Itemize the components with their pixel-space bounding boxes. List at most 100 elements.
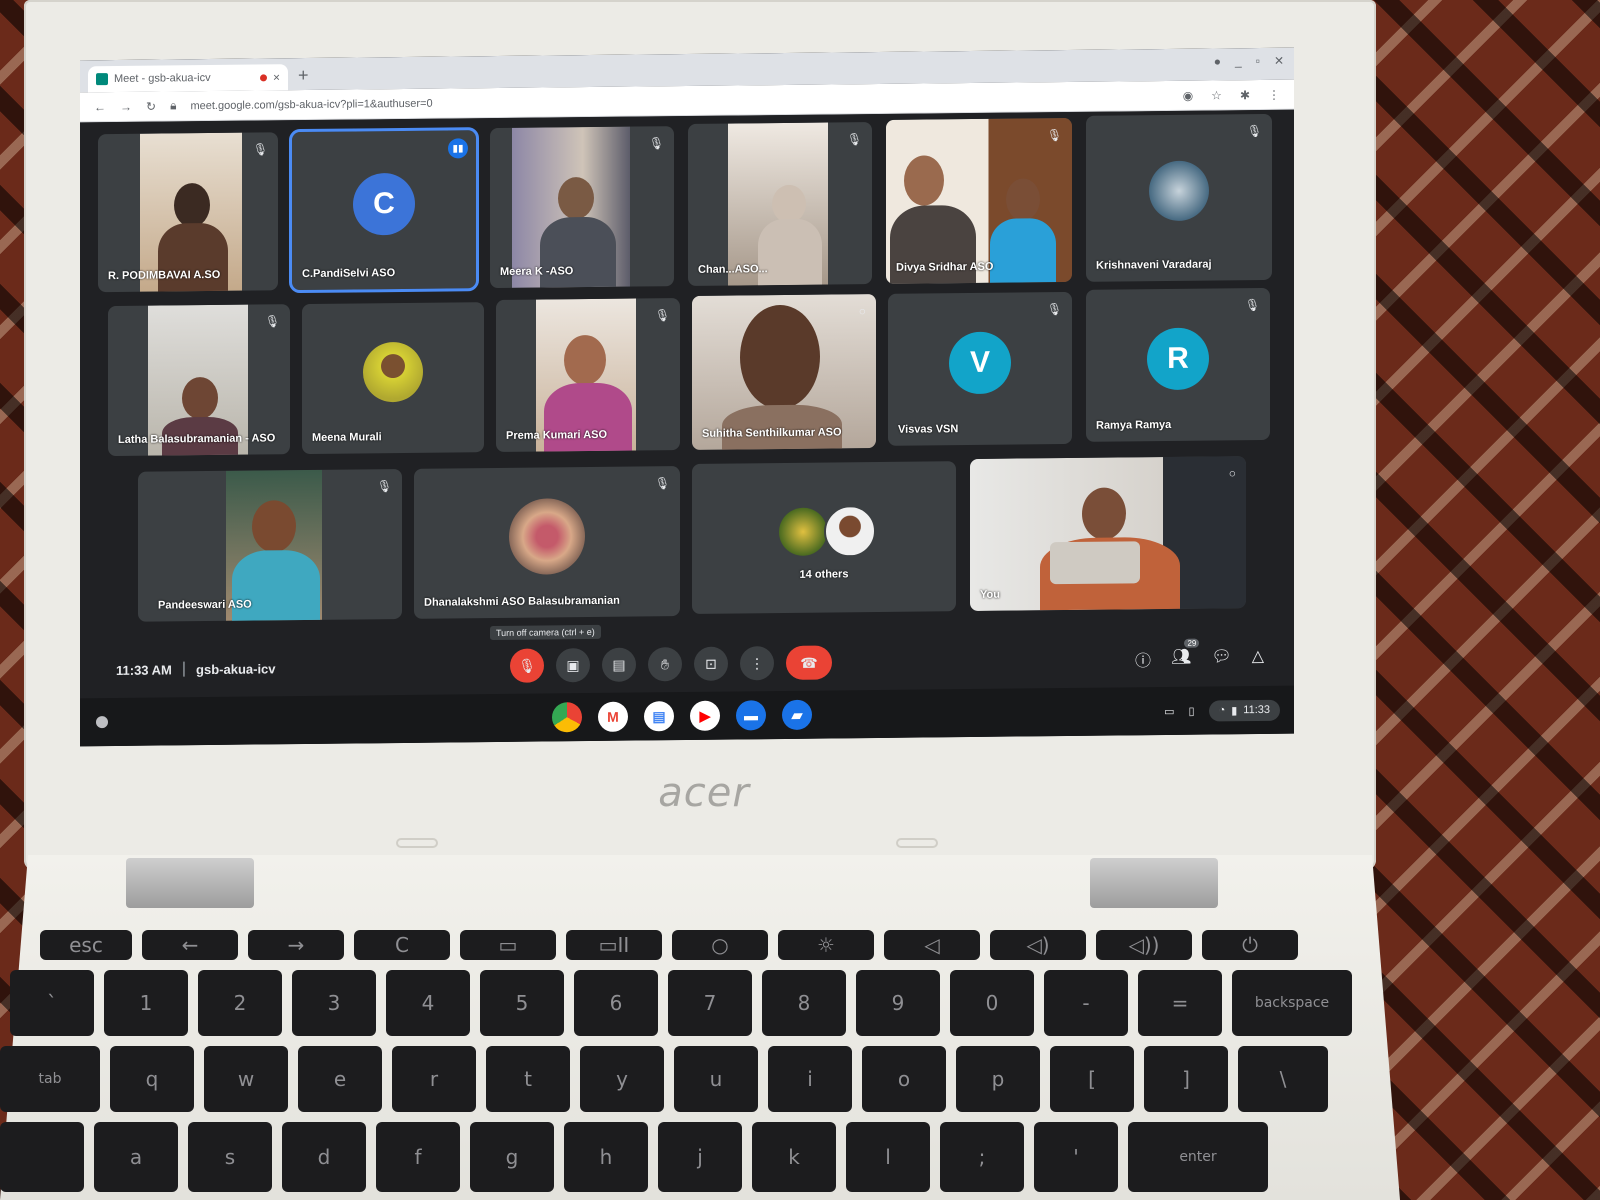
more-options-icon[interactable]: ○ [1229, 466, 1236, 480]
participant-tile[interactable]: 🎙︎ Prema Kumari ASO [496, 298, 680, 453]
present-button[interactable]: ⊡ [694, 646, 728, 681]
participant-tile[interactable]: R 🎙︎ Ramya Ramya [1086, 287, 1270, 442]
key-brightness-up[interactable]: ☼ [778, 930, 874, 960]
key-back[interactable]: ← [142, 930, 238, 960]
key-f[interactable]: f [376, 1122, 460, 1192]
leave-call-button[interactable]: ☎︎ [786, 645, 832, 680]
key-1[interactable]: 1 [104, 970, 188, 1036]
participant-tile[interactable]: 🎙︎ Pandeeswari ASO [138, 468, 402, 622]
key-h[interactable]: h [564, 1122, 648, 1192]
close-window-icon[interactable]: ✕ [1274, 54, 1284, 68]
key-w[interactable]: w [204, 1046, 288, 1112]
participant-tile[interactable]: V 🎙︎ Visvas VSN [888, 291, 1072, 446]
key-enter[interactable]: enter [1128, 1122, 1268, 1192]
mic-off-button[interactable]: 🎙︎ [510, 648, 544, 683]
url-field[interactable]: meet.google.com/gsb-akua-icv?pli=1&authu… [190, 97, 432, 112]
tote-icon[interactable]: ▯ [1189, 704, 1195, 717]
key-brightness-down[interactable]: ○ [672, 930, 768, 960]
phone-hub-icon[interactable]: ▭ [1164, 704, 1174, 717]
key-a[interactable]: a [94, 1122, 178, 1192]
camera-indicator-icon[interactable]: ◉ [1183, 88, 1193, 102]
key-9[interactable]: 9 [856, 970, 940, 1036]
key-backslash[interactable]: \ [1238, 1046, 1328, 1112]
key-esc[interactable]: esc [40, 930, 132, 960]
account-icon[interactable]: ● [1214, 54, 1221, 68]
activities-icon[interactable]: △ [1252, 646, 1264, 670]
participant-tile-others[interactable]: 14 others [692, 461, 956, 614]
participant-tile-self[interactable]: ○ You [970, 456, 1246, 612]
key-6[interactable]: 6 [574, 970, 658, 1036]
participant-tile[interactable]: ▮▮ C C.PandiSelvi ASO [289, 127, 479, 294]
participant-tile[interactable]: 🎙︎ Divya Sridhar ASO [886, 117, 1072, 284]
key-power[interactable]: ⏻ [1202, 930, 1298, 960]
key-volume-down[interactable]: ◁) [990, 930, 1086, 960]
key-backspace[interactable]: backspace [1232, 970, 1352, 1036]
participant-tile[interactable]: 🎙︎ Latha Balasubramanian - ASO [108, 304, 290, 457]
raise-hand-button[interactable]: ✋︎ [648, 647, 682, 682]
tab-meet[interactable]: Meet - gsb-akua-icv × [88, 64, 288, 93]
messages-icon[interactable]: ▬ [736, 700, 766, 731]
participant-tile[interactable]: 🎙︎ Meera K -ASO [490, 126, 674, 289]
participant-tile[interactable]: 🎙︎ R. PODIMBAVAI A.SO [98, 132, 278, 293]
info-icon[interactable]: ⓘ [1135, 647, 1151, 671]
key-p[interactable]: p [956, 1046, 1040, 1112]
key-5[interactable]: 5 [480, 970, 564, 1036]
key-2[interactable]: 2 [198, 970, 282, 1036]
participant-tile[interactable]: 🎙︎ Chan...ASO... [688, 122, 872, 286]
key-equals[interactable]: = [1138, 970, 1222, 1036]
key-3[interactable]: 3 [292, 970, 376, 1036]
chrome-icon[interactable] [552, 702, 582, 733]
key-s[interactable]: s [188, 1122, 272, 1192]
key-volume-up[interactable]: ◁)) [1096, 930, 1192, 960]
extensions-icon[interactable]: ✱ [1240, 88, 1250, 102]
key-q[interactable]: q [110, 1046, 194, 1112]
camera-button[interactable]: ▣ [556, 648, 590, 683]
docs-icon[interactable]: ▤ [644, 701, 674, 732]
participant-tile[interactable]: ○ Suhitha Senthilkumar ASO [692, 294, 876, 450]
key-semicolon[interactable]: ; [940, 1122, 1024, 1192]
key-l[interactable]: l [846, 1122, 930, 1192]
key-7[interactable]: 7 [668, 970, 752, 1036]
key-refresh[interactable]: C [354, 930, 450, 960]
back-icon[interactable]: ← [94, 100, 106, 114]
key-u[interactable]: u [674, 1046, 758, 1112]
key-4[interactable]: 4 [386, 970, 470, 1036]
files-icon[interactable]: ▰ [782, 699, 812, 731]
key-j[interactable]: j [658, 1122, 742, 1192]
key-8[interactable]: 8 [762, 970, 846, 1036]
key-mute[interactable]: ◁ [884, 930, 980, 960]
people-icon[interactable]: 👥︎ 29 [1171, 638, 1200, 671]
chat-icon[interactable]: 💬︎ [1211, 646, 1231, 670]
maximize-icon[interactable]: ▫ [1256, 54, 1260, 68]
key-fullscreen[interactable]: ▭ [460, 930, 556, 960]
key-k[interactable]: k [752, 1122, 836, 1192]
captions-button[interactable]: ▤ [602, 647, 636, 682]
key-r[interactable]: r [392, 1046, 476, 1112]
more-options-icon[interactable]: ○ [859, 304, 866, 318]
key-i[interactable]: i [768, 1046, 852, 1112]
key-0[interactable]: 0 [950, 970, 1034, 1036]
bookmark-star-icon[interactable]: ☆ [1211, 88, 1222, 102]
more-options-button[interactable]: ⋮ [740, 646, 774, 681]
key-e[interactable]: e [298, 1046, 382, 1112]
key-overview[interactable]: ▭II [566, 930, 662, 960]
key-left-bracket[interactable]: [ [1050, 1046, 1134, 1112]
minimize-icon[interactable]: _ [1235, 54, 1242, 68]
participant-tile[interactable]: 🎙︎ Dhanalakshmi ASO Balasubramanian [414, 466, 680, 619]
key-search[interactable] [0, 1122, 84, 1192]
key-d[interactable]: d [282, 1122, 366, 1192]
menu-dots-icon[interactable]: ⋮ [1268, 87, 1280, 101]
participant-tile[interactable]: 🎙︎ Krishnaveni Varadaraj [1086, 113, 1272, 282]
key-quote[interactable]: ' [1034, 1122, 1118, 1192]
launcher-icon[interactable] [96, 716, 108, 729]
gmail-icon[interactable]: M [598, 701, 628, 732]
key-backtick[interactable]: ` [10, 970, 94, 1036]
tab-close-icon[interactable]: × [273, 70, 280, 84]
key-t[interactable]: t [486, 1046, 570, 1112]
participant-tile[interactable]: Meena Murali [302, 302, 484, 455]
youtube-icon[interactable]: ▶ [690, 700, 720, 731]
key-minus[interactable]: - [1044, 970, 1128, 1036]
key-y[interactable]: y [580, 1046, 664, 1112]
key-o[interactable]: o [862, 1046, 946, 1112]
forward-icon[interactable]: → [120, 99, 132, 113]
